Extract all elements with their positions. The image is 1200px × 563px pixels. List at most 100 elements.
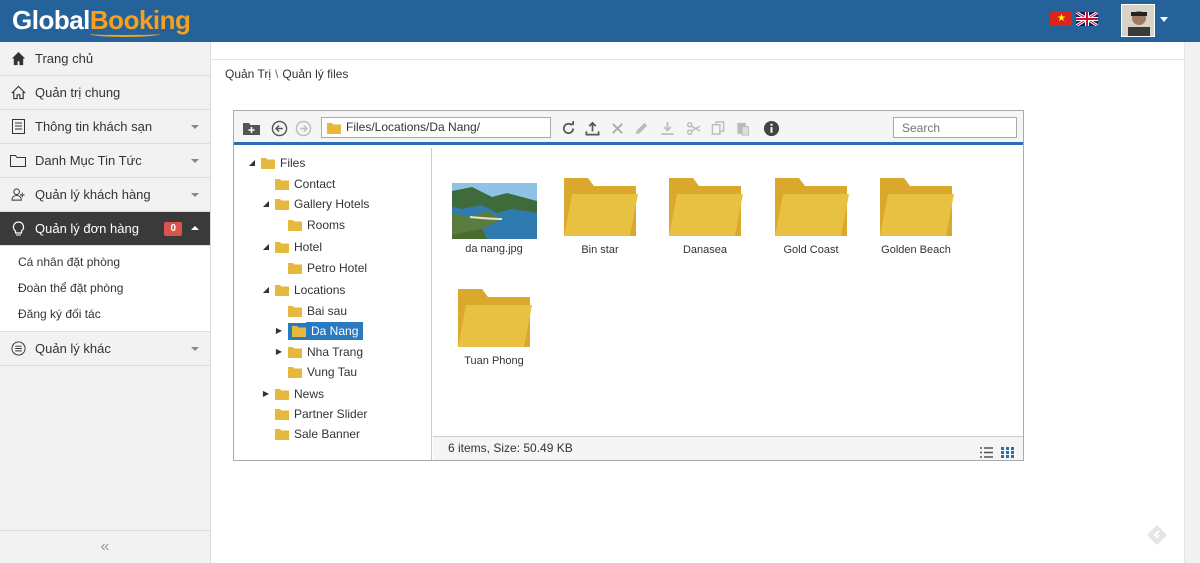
tree-node-rooms[interactable]: Rooms: [288, 216, 345, 234]
logo-swoosh: [90, 31, 160, 37]
folder-icon: [288, 366, 302, 378]
file-item-da-nang-jpg[interactable]: da nang.jpg: [444, 183, 544, 255]
arrow-right-circle-icon: [295, 120, 311, 136]
list-view-button[interactable]: [980, 443, 993, 466]
tree-node-label: Vung Tau: [307, 365, 358, 379]
breadcrumb-item-admin[interactable]: Quản Trị: [225, 67, 271, 81]
info-button[interactable]: [762, 119, 780, 137]
orders-submenu: Cá nhân đặt phòng Đoàn thể đặt phòng Đăn…: [0, 246, 210, 332]
list-circle-icon: [10, 341, 26, 357]
file-explorer: Files/Locations/Da Nang/ Search ◢ Files …: [233, 110, 1024, 461]
sidebar-item-hotel-info[interactable]: Thông tin khách sạn: [0, 110, 210, 144]
tree-node-gallery-hotels[interactable]: ◢ Gallery Hotels: [261, 195, 369, 213]
tree-node-label: Nha Trang: [307, 345, 364, 359]
tree-expand-icon[interactable]: ◢: [261, 195, 271, 213]
forward-button[interactable]: [294, 119, 312, 137]
document-icon: [10, 119, 26, 135]
sidebar-collapse-button[interactable]: «: [0, 530, 210, 563]
tree-node-partner-slider[interactable]: Partner Slider: [275, 405, 367, 423]
folder-name: Gold Coast: [783, 244, 839, 256]
folder-item-golden-beach[interactable]: Golden Beach: [866, 176, 966, 256]
folder-item-bin-star[interactable]: Bin star: [550, 176, 650, 256]
sidebar-item-news[interactable]: Danh Mục Tin Tức: [0, 144, 210, 178]
tree-node-label: Partner Slider: [294, 407, 368, 421]
tree-node-nha-trang[interactable]: ▶ Nha Trang: [274, 343, 363, 361]
submenu-partner-registration[interactable]: Đăng ký đối tác: [0, 301, 210, 327]
download-icon: [660, 121, 674, 135]
path-input[interactable]: Files/Locations/Da Nang/: [321, 117, 551, 138]
folder-icon: [775, 178, 849, 236]
tree-expand-icon[interactable]: ◢: [261, 238, 271, 256]
cut-button[interactable]: [684, 119, 702, 137]
sidebar-item-admin[interactable]: Quản trị chung: [0, 76, 210, 110]
tree-node-vung-tau[interactable]: Vung Tau: [288, 363, 357, 381]
folder-item-danasea[interactable]: Danasea: [655, 176, 755, 256]
user-menu-caret-icon[interactable]: [1160, 17, 1168, 22]
arrow-left-circle-icon: [271, 120, 287, 136]
feedback-tag-icon[interactable]: [1146, 524, 1168, 546]
submenu-individual-booking[interactable]: Cá nhân đặt phòng: [0, 249, 210, 275]
sidebar-item-orders[interactable]: Quản lý đơn hàng 0: [0, 212, 210, 246]
tree-node-petro-hotel[interactable]: Petro Hotel: [288, 259, 367, 277]
uk-flag-icon[interactable]: [1076, 12, 1098, 26]
tree-node-locations[interactable]: ◢ Locations: [261, 281, 345, 299]
folder-icon: [458, 289, 532, 347]
grid-view-button[interactable]: [1001, 443, 1014, 466]
tree-node-contact[interactable]: Contact: [275, 175, 335, 193]
sidebar-item-home[interactable]: Trang chủ: [0, 42, 210, 76]
folder-icon: [275, 198, 289, 210]
copy-button[interactable]: [709, 119, 727, 137]
page-scrollbar[interactable]: [1184, 42, 1200, 563]
tree-node-bai-sau[interactable]: Bai sau: [288, 302, 347, 320]
folder-icon: [288, 262, 302, 274]
tree-collapsed-icon[interactable]: ▶: [261, 385, 271, 403]
upload-button[interactable]: [583, 119, 601, 137]
folder-icon: [275, 388, 289, 400]
sidebar-item-others[interactable]: Quản lý khác: [0, 332, 210, 366]
breadcrumb-item-files: Quản lý files: [282, 67, 349, 81]
folder-item-gold-coast[interactable]: Gold Coast: [761, 176, 861, 256]
tree-collapsed-icon[interactable]: ▶: [274, 322, 284, 340]
sidebar-item-label: Thông tin khách sạn: [35, 119, 153, 134]
sidebar-item-customers[interactable]: Quản lý khách hàng: [0, 178, 210, 212]
vn-flag-icon[interactable]: ★: [1050, 12, 1072, 26]
tree-node-label: Bai sau: [307, 304, 348, 318]
tree-collapsed-icon[interactable]: ▶: [274, 343, 284, 361]
download-button[interactable]: [658, 119, 676, 137]
submenu-group-booking[interactable]: Đoàn thể đặt phòng: [0, 275, 210, 301]
tree-node-label: Hotel: [294, 240, 323, 254]
refresh-button[interactable]: [559, 119, 577, 137]
status-text: 6 items, Size: 50.49 KB: [448, 441, 573, 455]
sidebar-item-label: Danh Mục Tin Tức: [35, 153, 142, 168]
folder-icon: [261, 157, 275, 169]
chevron-down-icon: [191, 193, 199, 197]
folder-icon: [275, 428, 289, 440]
new-folder-button[interactable]: [242, 119, 260, 137]
view-switcher: [980, 443, 1014, 466]
folder-icon: [288, 305, 302, 317]
tree-node-label: Da Nang: [306, 322, 364, 340]
tree-node-hotel[interactable]: ◢ Hotel: [261, 238, 322, 256]
delete-button[interactable]: [608, 119, 626, 137]
tree-node-sale-banner[interactable]: Sale Banner: [275, 425, 360, 443]
back-button[interactable]: [270, 119, 288, 137]
orders-count-badge: 0: [164, 222, 182, 236]
home-outline-icon: [10, 85, 26, 101]
user-icon: [10, 187, 26, 203]
search-input[interactable]: [893, 117, 1017, 138]
folder-icon: [275, 284, 289, 296]
tree-node-news[interactable]: ▶ News: [261, 385, 324, 403]
avatar[interactable]: [1121, 4, 1155, 37]
logo-part1: Global: [12, 5, 90, 35]
tree-expand-icon[interactable]: ◢: [261, 281, 271, 299]
tree-node-da-nang[interactable]: ▶ Da Nang: [274, 322, 364, 340]
paste-button[interactable]: [734, 119, 752, 137]
home-icon: [10, 51, 26, 67]
sidebar-item-label: Quản lý đơn hàng: [35, 221, 139, 236]
tree-expand-icon[interactable]: ◢: [247, 154, 257, 172]
tree-node-files[interactable]: ◢ Files: [247, 154, 305, 172]
rename-button[interactable]: [632, 119, 650, 137]
tree-node-label: News: [294, 387, 325, 401]
folder-item-tuan-phong[interactable]: Tuan Phong: [444, 287, 544, 367]
copy-icon: [711, 120, 725, 135]
